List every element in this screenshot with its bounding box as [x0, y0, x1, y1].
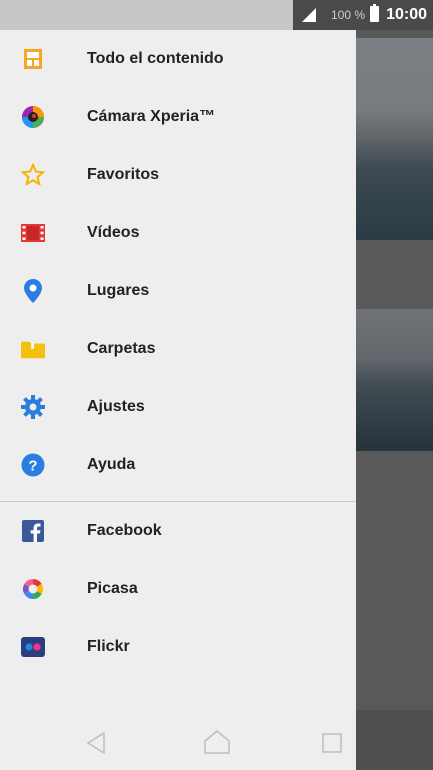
facebook-icon	[21, 519, 45, 543]
drawer-item-places[interactable]: Lugares	[0, 262, 356, 320]
drawer-item-label: Todo el contenido	[87, 50, 224, 67]
drawer-item-label: Picasa	[87, 580, 138, 597]
back-icon[interactable]	[86, 731, 106, 759]
drawer-item-label: Ajustes	[87, 398, 145, 415]
svg-text:?: ?	[28, 458, 37, 475]
all-content-icon	[21, 47, 45, 71]
drawer-item-favorites[interactable]: Favoritos	[0, 146, 356, 204]
drawer-item-help[interactable]: ? Ayuda	[0, 436, 356, 494]
gear-icon	[21, 395, 45, 419]
recent-apps-icon[interactable]	[322, 733, 342, 758]
drawer-item-label: Facebook	[87, 522, 162, 539]
flickr-icon	[21, 635, 45, 659]
navigation-drawer: Todo el contenido Cámara Xperia™ Favorit…	[0, 30, 356, 770]
gallery-photo-thumbnail[interactable]	[356, 38, 433, 240]
battery-icon	[370, 4, 379, 22]
drawer-item-label: Vídeos	[87, 224, 140, 241]
help-icon: ?	[21, 453, 45, 477]
folder-icon	[21, 337, 45, 361]
drawer-item-label: Carpetas	[87, 340, 156, 357]
drawer-item-flickr[interactable]: Flickr	[0, 618, 356, 676]
drawer-item-camera[interactable]: Cámara Xperia™	[0, 88, 356, 146]
drawer-item-folders[interactable]: Carpetas	[0, 320, 356, 378]
location-pin-icon	[21, 279, 45, 303]
gallery-photo-thumbnail[interactable]	[356, 309, 433, 451]
drawer-item-videos[interactable]: Vídeos	[0, 204, 356, 262]
battery-percent: 100 %	[330, 8, 365, 22]
drawer-item-facebook[interactable]: Facebook	[0, 502, 356, 560]
star-icon	[21, 163, 45, 187]
nav-bar-shade	[322, 710, 433, 770]
signal-icon	[302, 8, 316, 22]
clock: 10:00	[386, 6, 427, 23]
film-icon	[21, 221, 45, 245]
drawer-item-label: Ayuda	[87, 456, 136, 473]
drawer-item-picasa[interactable]: Picasa	[0, 560, 356, 618]
drawer-item-label: Favoritos	[87, 166, 160, 183]
drawer-item-settings[interactable]: Ajustes	[0, 378, 356, 436]
drawer-item-all-content[interactable]: Todo el contenido	[0, 30, 356, 88]
drawer-item-label: Cámara Xperia™	[87, 108, 216, 125]
home-icon[interactable]	[204, 730, 230, 759]
system-nav-bar	[0, 710, 356, 770]
picasa-icon	[21, 577, 45, 601]
camera-icon	[21, 105, 45, 129]
status-bar: 100 % 10:00	[0, 0, 433, 30]
drawer-item-label: Flickr	[87, 638, 130, 655]
drawer-item-label: Lugares	[87, 282, 150, 299]
